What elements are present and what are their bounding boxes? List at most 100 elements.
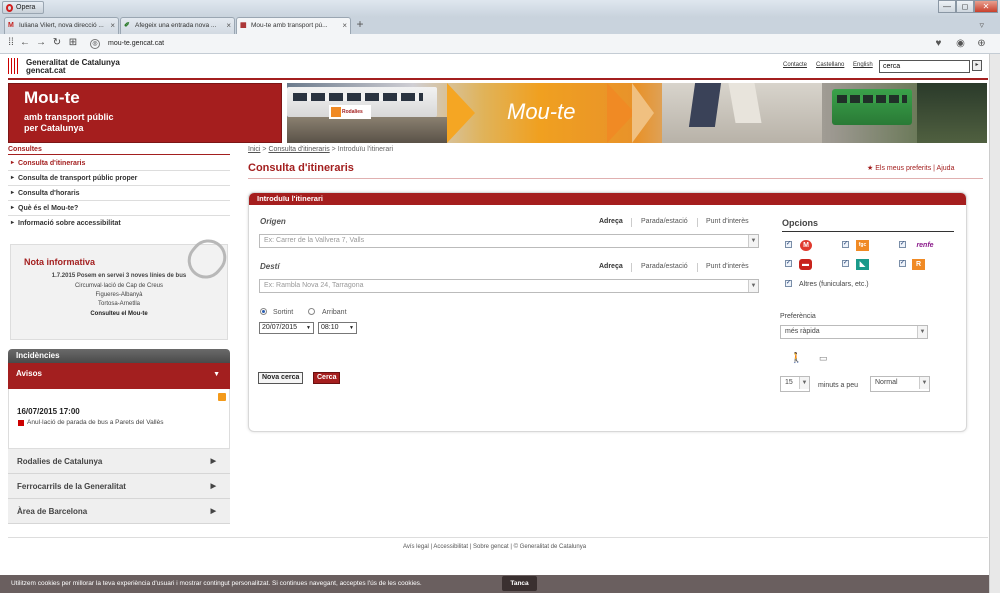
rodalies-sign: Rodalies bbox=[329, 105, 371, 119]
accordion-area-barcelona[interactable]: Àrea de Barcelona ▶ bbox=[8, 499, 230, 524]
download-icon[interactable]: ⊕ bbox=[975, 37, 988, 50]
sidebar-item-label: Consulta d'horaris bbox=[18, 190, 80, 197]
cerca-button[interactable]: Cerca bbox=[313, 372, 341, 384]
sidebar-item-accessibilitat[interactable]: ▸ Informació sobre accessibilitat bbox=[8, 216, 230, 231]
desti-mode-parada[interactable]: Parada/estació bbox=[641, 263, 688, 270]
gencat-logo-icon[interactable] bbox=[8, 58, 20, 74]
opera-menu-button[interactable]: Opera bbox=[2, 1, 44, 14]
origen-mode-parada[interactable]: Parada/estació bbox=[641, 218, 688, 225]
gencat-favicon-icon: ▦ bbox=[240, 22, 247, 29]
breadcrumb-inici[interactable]: Inici bbox=[248, 146, 260, 153]
car-icon[interactable]: ▭ bbox=[819, 353, 828, 364]
new-tab-button[interactable]: + bbox=[354, 18, 366, 32]
tram-checkbox[interactable]: ✓ bbox=[842, 260, 849, 267]
desti-mode-adreca[interactable]: Adreça bbox=[599, 263, 623, 270]
altres-label: Altres (funiculars, etc.) bbox=[799, 281, 869, 288]
green-train-windows bbox=[837, 95, 907, 103]
renfe-checkbox[interactable]: ✓ bbox=[899, 241, 906, 248]
rodalies-checkbox[interactable]: ✓ bbox=[899, 260, 906, 267]
status-icon[interactable]: ◉ bbox=[954, 37, 967, 50]
renfe-icon: renfe bbox=[916, 242, 934, 249]
sidebar-item-que-es[interactable]: ▸ Què és el Mou-te? bbox=[8, 201, 230, 216]
sidebar-item-label: Consulta d'itineraris bbox=[18, 160, 86, 167]
preferits-ajuda-links[interactable]: ★ Els meus preferits | Ajuda bbox=[867, 164, 954, 172]
arribant-radio[interactable] bbox=[308, 308, 315, 315]
preferencia-select[interactable]: més ràpida ▼ bbox=[780, 325, 928, 339]
footer-links[interactable]: Avís legal | Accessibilitat | Sobre genc… bbox=[0, 544, 989, 550]
page-scrollbar[interactable] bbox=[989, 54, 1000, 593]
cookie-close-button[interactable]: Tanca bbox=[502, 576, 537, 591]
sortint-radio[interactable] bbox=[260, 308, 267, 315]
close-window-button[interactable]: ✕ bbox=[974, 0, 998, 13]
nova-cerca-button[interactable]: Nova cerca bbox=[258, 372, 304, 384]
minuts-select[interactable]: 15 ▼ bbox=[780, 376, 810, 392]
avis-date: 16/07/2015 17:00 bbox=[17, 407, 80, 416]
tab-menu-icon[interactable]: ▿ bbox=[979, 20, 984, 31]
avis-link[interactable]: Anul·lació de parada de bus a Parets del… bbox=[27, 419, 163, 426]
arrow-right-icon: ▸ bbox=[11, 190, 15, 196]
consulteu-link[interactable]: Consulteu el Mou-te bbox=[11, 311, 227, 317]
gencat-domain[interactable]: gencat.cat bbox=[26, 67, 66, 75]
sidebar-toggle-icon[interactable]: ⁞⁞ bbox=[4, 36, 18, 50]
castellano-link[interactable]: Castellano bbox=[816, 62, 844, 68]
bus-checkbox[interactable]: ✓ bbox=[785, 260, 792, 267]
desti-mode-punt[interactable]: Punt d'interès bbox=[706, 263, 749, 270]
browser-tab-moute[interactable]: ▦ Mou-te amb transport pú... × bbox=[236, 17, 351, 34]
altres-checkbox[interactable]: ✓ bbox=[785, 280, 792, 287]
address-bar[interactable]: ◎ mou-te.gencat.cat bbox=[86, 37, 946, 51]
site-search-input[interactable] bbox=[879, 60, 970, 73]
minimize-button[interactable]: — bbox=[938, 0, 956, 13]
accordion-rodalies[interactable]: Rodalies de Catalunya ▶ bbox=[8, 449, 230, 474]
reload-icon[interactable]: ↻ bbox=[50, 36, 64, 50]
chevron-down-icon[interactable]: ▼ bbox=[748, 280, 758, 292]
walk-speed-select[interactable]: Normal ▼ bbox=[870, 376, 930, 392]
chevron-down-icon: ▼ bbox=[917, 326, 927, 338]
close-tab-icon[interactable]: × bbox=[342, 18, 347, 33]
sidebar-item-itineraris[interactable]: ▸ Consulta d'itineraris bbox=[8, 156, 230, 171]
avisos-tab[interactable]: Avisos ▼ bbox=[8, 363, 230, 389]
chevron-down-icon[interactable]: ▼ bbox=[748, 235, 758, 247]
arrow-right-icon: ▶ bbox=[210, 483, 216, 490]
sidebar-item-label: Informació sobre accessibilitat bbox=[18, 220, 121, 227]
breadcrumb-consulta[interactable]: Consulta d'itineraris bbox=[268, 146, 329, 153]
sidebar-item-horaris[interactable]: ▸ Consulta d'horaris bbox=[8, 186, 230, 201]
rss-icon[interactable] bbox=[218, 393, 226, 401]
walking-person-icon[interactable]: 🚶 bbox=[790, 353, 802, 364]
browser-tab-new-post[interactable]: ✐ Afegeix una entrada nova ... × bbox=[120, 17, 235, 34]
speed-dial-icon[interactable]: ⊞ bbox=[66, 36, 80, 50]
accordion-fgc[interactable]: Ferrocarrils de la Generalitat ▶ bbox=[8, 474, 230, 499]
site-search-button[interactable]: ▸ bbox=[972, 60, 982, 71]
bookmark-heart-icon[interactable]: ♥ bbox=[932, 37, 945, 50]
fgc-checkbox[interactable]: ✓ bbox=[842, 241, 849, 248]
back-icon[interactable]: ← bbox=[18, 36, 32, 50]
arrow-right-icon: ▶ bbox=[210, 458, 216, 465]
english-link[interactable]: English bbox=[853, 62, 873, 68]
itinerary-panel: Introduïu l'itinerari Origen Adreça Para… bbox=[248, 192, 967, 432]
nota-informativa: Nota informativa 1.7.2015 Posem en serve… bbox=[10, 232, 234, 340]
origen-mode-punt[interactable]: Punt d'interès bbox=[706, 218, 749, 225]
metro-checkbox[interactable]: ✓ bbox=[785, 241, 792, 248]
origen-mode-adreca[interactable]: Adreça bbox=[599, 218, 623, 225]
nota-line: 1.7.2015 Posem en servei 3 noves línies … bbox=[51, 273, 187, 279]
opera-logo-icon bbox=[6, 4, 13, 12]
page-viewport: Generalitat de Catalunya gencat.cat Cont… bbox=[0, 54, 989, 593]
desti-input[interactable]: Ex: Rambla Nova 24, Tarragona ▼ bbox=[259, 279, 759, 293]
rail-track bbox=[287, 117, 447, 143]
maximize-button[interactable]: ◻ bbox=[956, 0, 974, 13]
close-tab-icon[interactable]: × bbox=[226, 18, 231, 33]
panel-title: Introduïu l'itinerari bbox=[249, 193, 966, 205]
window-titlebar: Opera — ◻ ✕ bbox=[0, 0, 1000, 17]
forward-icon[interactable]: → bbox=[34, 36, 48, 50]
sidebar-item-transport-proper[interactable]: ▸ Consulta de transport públic proper bbox=[8, 171, 230, 186]
opcions-title: Opcions bbox=[782, 218, 819, 228]
footer-divider bbox=[8, 537, 988, 538]
origen-input[interactable]: Ex: Carrer de la Vallvera 7, Valls ▼ bbox=[259, 234, 759, 248]
contacte-link[interactable]: Contacte bbox=[783, 62, 807, 68]
brand-box[interactable]: Mou-te amb transport públic per Cataluny… bbox=[8, 83, 282, 143]
browser-tab-gmail[interactable]: M Iuliana Vilert, nova direcció ... × bbox=[4, 17, 119, 34]
date-select[interactable]: 20/07/2015 ▼ bbox=[259, 322, 314, 334]
close-tab-icon[interactable]: × bbox=[110, 18, 115, 33]
time-select[interactable]: 08:10 ▼ bbox=[318, 322, 357, 334]
minuts-label: minuts a peu bbox=[818, 382, 859, 389]
divider bbox=[631, 218, 632, 227]
